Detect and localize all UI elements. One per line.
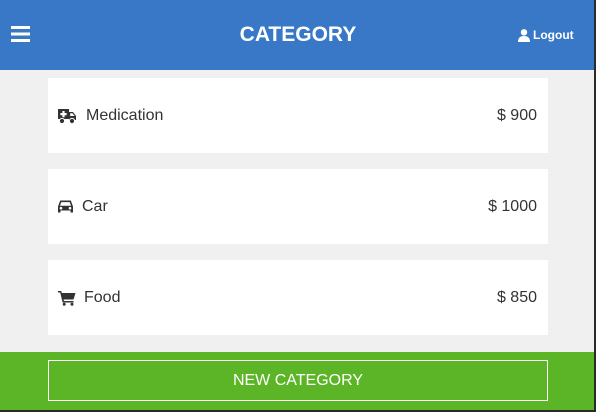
logout-button[interactable]: Logout [518,27,574,43]
hamburger-menu-icon[interactable] [11,25,30,43]
category-amount: $ 850 [496,289,537,306]
app-header: CATEGORY Logout [0,0,596,70]
category-name: Food [84,289,121,306]
category-card-food[interactable]: Food $ 850 [48,260,548,335]
shopping-cart-icon [58,290,76,306]
category-card-medication[interactable]: Medication $ 900 [48,78,548,153]
user-icon [518,28,530,42]
category-name: Car [82,198,108,215]
car-icon [58,200,73,212]
category-amount: $ 1000 [488,198,537,215]
category-amount: $ 900 [496,107,537,124]
page-title: CATEGORY [239,23,357,46]
footer-bar: NEW CATEGORY [0,352,596,412]
new-category-button[interactable]: NEW CATEGORY [48,360,548,401]
ambulance-icon [58,108,76,124]
category-name: Medication [86,107,164,124]
logout-label: Logout [533,28,574,42]
category-card-car[interactable]: Car $ 1000 [48,169,548,244]
